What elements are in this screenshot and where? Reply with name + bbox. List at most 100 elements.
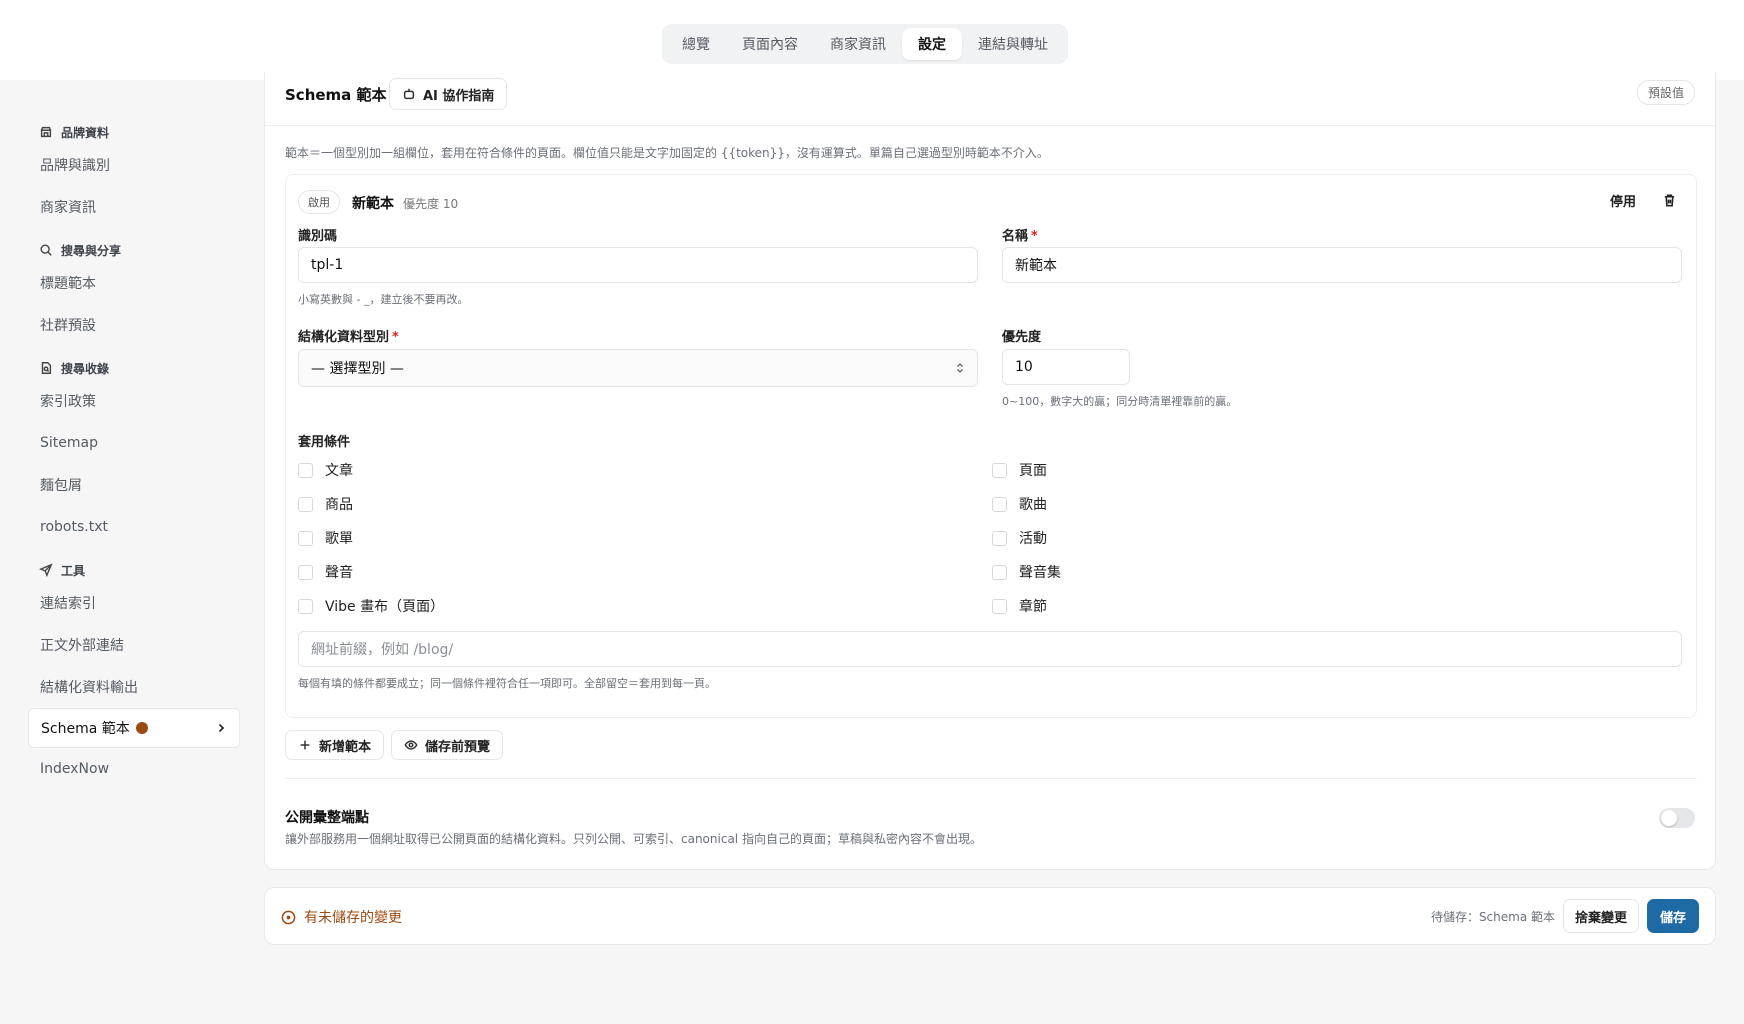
sidebar-item-business-info[interactable]: 商家資訊 [28,186,240,228]
sidebar-item-index-policy[interactable]: 索引政策 [28,380,240,422]
name-input[interactable]: 新範本 [1002,247,1682,283]
sidebar-group-label: 搜尋與分享 [61,243,122,258]
sidebar-item-link-index[interactable]: 連結索引 [28,582,240,624]
checkbox[interactable] [298,598,313,614]
sidebar-item-external-links[interactable]: 正文外部連結 [28,624,240,666]
add-template-label: 新增範本 [319,739,372,755]
preview-label: 儲存前預覽 [425,739,491,755]
type-label: 結構化資料型別 * [298,326,399,345]
sidebar-group-label: 工具 [61,563,86,578]
condition-label: 文章 [325,463,353,479]
checkbox[interactable] [992,564,1007,580]
type-label-text: 結構化資料型別 [298,330,390,345]
top-tabs: 總覽 頁面內容 商家資訊 設定 連結與轉址 [662,24,1068,64]
plus-icon [300,740,310,750]
id-label: 識別碼 [298,229,338,244]
unsaved-dot [135,722,148,734]
delete-button[interactable] [1658,189,1680,211]
condition-label: 章節 [1019,599,1047,615]
id-input[interactable]: tpl-1 [298,247,978,283]
checkbox[interactable] [992,496,1007,512]
trash-icon [1664,194,1674,206]
priority-label: 優先度 [1002,330,1042,345]
add-template-button[interactable]: 新增範本 [285,730,385,760]
sidebar-item-title-templates[interactable]: 標題範本 [28,262,240,304]
checkbox[interactable] [992,598,1007,614]
sidebar-group-indexing: 搜尋收錄 [39,356,240,380]
tab-business-info[interactable]: 商家資訊 [814,28,902,60]
sidebar-group-tools: 工具 [39,558,240,582]
public-endpoint-description: 讓外部服務用一個網址取得已公開頁面的結構化資料。只列公開、可索引、canonic… [285,832,982,846]
url-prefix-input[interactable]: 網址前綴，例如 /blog/ [298,631,1682,667]
priority-input[interactable]: 10 [1002,349,1130,385]
send-icon [39,563,53,577]
disable-button[interactable]: 停用 [1610,191,1636,210]
ai-guide-button[interactable]: AI 協作指南 [389,78,508,110]
checkbox[interactable] [992,462,1007,478]
public-endpoint-title: 公開彙整端點 [285,810,369,826]
name-label-text: 名稱 [1002,229,1029,244]
chevron-right-icon [218,723,225,733]
checkbox[interactable] [992,530,1007,546]
required-marker: * [392,330,399,345]
condition-page[interactable]: 頁面 [992,460,1047,480]
robot-icon [403,88,415,100]
sidebar-item-structured-data-output[interactable]: 結構化資料輸出 [28,666,240,708]
type-select[interactable]: — 選擇型別 — [298,349,978,387]
checkbox[interactable] [298,530,313,546]
store-icon [40,126,52,138]
type-select-value: — 選擇型別 — [311,361,404,377]
required-marker: * [1031,229,1038,244]
sidebar-item-breadcrumbs[interactable]: 麵包屑 [28,464,240,506]
condition-article[interactable]: 文章 [298,460,353,480]
condition-audio[interactable]: 聲音 [298,562,353,582]
document-search-icon [41,362,52,374]
sidebar-group-search-share: 搜尋與分享 [39,238,240,262]
condition-song[interactable]: 歌曲 [992,494,1047,514]
default-value-pill[interactable]: 預設值 [1636,80,1695,105]
id-hint: 小寫英數與 - _，建立後不要再改。 [298,293,469,306]
checkbox[interactable] [298,462,313,478]
public-endpoint-toggle[interactable] [1659,808,1695,828]
checkbox[interactable] [298,496,313,512]
condition-event[interactable]: 活動 [992,528,1047,548]
card-header: Schema 範本 AI 協作指南 預設值 [265,72,1715,126]
unsaved-notice: 有未儲存的變更 [281,907,402,927]
top-bar: 總覽 頁面內容 商家資訊 設定 連結與轉址 [0,0,1744,80]
tab-overview[interactable]: 總覽 [666,28,726,60]
condition-label: 歌曲 [1019,497,1047,513]
discard-button[interactable]: 捨棄變更 [1562,899,1639,933]
save-button[interactable]: 儲存 [1646,899,1699,933]
condition-vibe-canvas[interactable]: Vibe 畫布（頁面） [298,596,444,616]
card-description: 範本＝一個型別加一組欄位，套用在符合條件的頁面。欄位值只能是文字加固定的 {{t… [285,146,1049,160]
condition-playlist[interactable]: 歌單 [298,528,353,548]
sidebar-item-social-defaults[interactable]: 社群預設 [28,304,240,346]
tab-settings[interactable]: 設定 [902,28,962,60]
condition-label: 商品 [325,497,353,513]
status-badge: 啟用 [298,190,340,214]
preview-button[interactable]: 儲存前預覽 [391,730,504,760]
tab-links-redirects[interactable]: 連結與轉址 [962,28,1064,60]
conditions-label: 套用條件 [298,435,351,450]
card-title: Schema 範本 [285,86,387,104]
pending-text: 待儲存：Schema 範本 [1430,910,1555,924]
checkbox[interactable] [298,564,313,580]
sidebar-item-robots[interactable]: robots.txt [28,506,240,548]
tab-page-content[interactable]: 頁面內容 [726,28,814,60]
condition-product[interactable]: 商品 [298,494,353,514]
sidebar-item-schema-templates[interactable]: Schema 範本 [28,708,240,748]
ai-guide-label: AI 協作指南 [423,88,495,104]
conditions-hint: 每個有填的條件都要成立；同一個條件裡符合任一項即可。全部留空＝套用到每一頁。 [298,677,716,690]
alert-circle-icon [281,910,296,924]
sidebar-item-label: Schema 範本 [41,721,130,737]
condition-label: 歌單 [325,531,353,547]
divider [285,778,1697,779]
save-bar: 有未儲存的變更 待儲存：Schema 範本 捨棄變更 儲存 [264,887,1716,945]
sidebar-item-brand-identity[interactable]: 品牌與識別 [28,144,240,186]
template-priority: 優先度 10 [403,197,459,211]
condition-audio-collection[interactable]: 聲音集 [992,562,1061,582]
condition-chapter[interactable]: 章節 [992,596,1047,616]
sidebar-item-sitemap[interactable]: Sitemap [28,422,240,464]
sidebar-item-indexnow[interactable]: IndexNow [28,748,240,790]
priority-hint: 0~100，數字大的贏；同分時清單裡靠前的贏。 [1002,395,1238,408]
